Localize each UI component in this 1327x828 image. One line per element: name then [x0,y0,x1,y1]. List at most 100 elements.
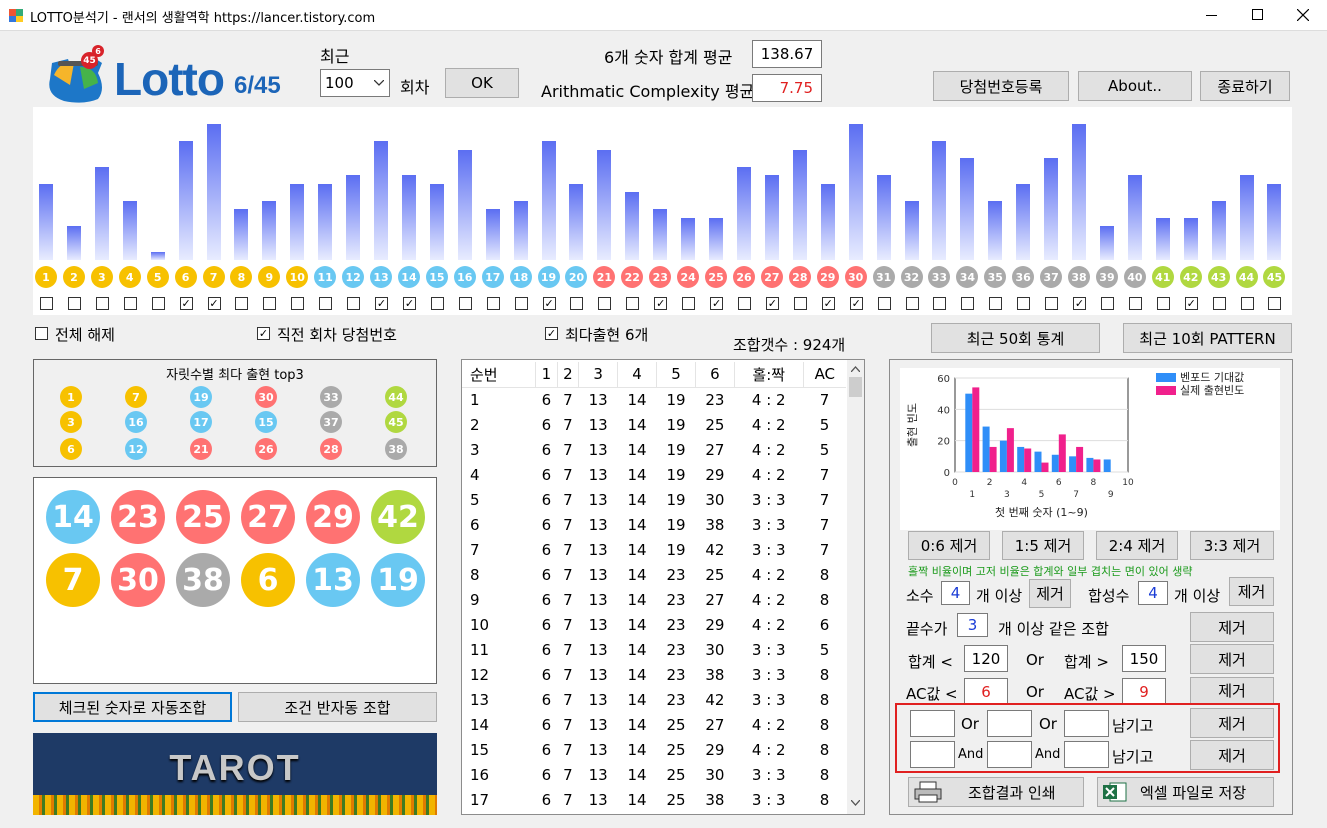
table-row[interactable]: 3 6 7 13 14 19 27 4 : 2 5 [462,437,846,462]
sum-remove-button[interactable]: 제거 [1190,644,1274,674]
about-button[interactable]: About.. [1078,71,1192,101]
number-checkbox-21[interactable] [598,297,612,310]
number-checkbox-17[interactable] [486,297,500,310]
exit-button[interactable]: 종료하기 [1200,71,1290,101]
number-checkbox-25[interactable]: ✓ [710,297,724,310]
number-checkbox-18[interactable] [514,297,528,310]
table-row[interactable]: 4 6 7 13 14 19 29 4 : 27 [462,462,846,487]
prime-input[interactable]: 4 [941,581,970,605]
number-checkbox-7[interactable]: ✓ [207,297,221,310]
ending-input[interactable]: 3 [957,613,988,637]
number-checkbox-27[interactable]: ✓ [765,297,779,310]
number-checkbox-12[interactable] [347,297,361,310]
number-checkbox-9[interactable] [263,297,277,310]
and-remove-button[interactable]: 제거 [1190,740,1274,770]
table-row[interactable]: 11 6 7 13 14 23 30 3 : 3 5 [462,637,846,662]
or-input-1[interactable] [910,710,955,737]
sum-gt-input[interactable]: 150 [1122,645,1166,672]
table-scrollbar[interactable] [847,360,864,814]
stats50-button[interactable]: 최근 50회 통계 [931,323,1100,353]
table-row[interactable]: 2 6 7 13 14 19 25 4 : 2 5 [462,412,846,437]
number-checkbox-32[interactable] [905,297,919,310]
register-button[interactable]: 당첨번호등록 [933,71,1069,101]
table-row[interactable]: 12 6 7 13 14 23 38 3 : 3 8 [462,662,846,687]
or-remove-button[interactable]: 제거 [1190,708,1274,738]
number-checkbox-29[interactable]: ✓ [821,297,835,310]
table-row[interactable]: 14 6 7 13 14 25 27 4 : 2 8 [462,712,846,737]
clear-all-checkbox[interactable] [35,327,48,340]
or-input-3[interactable] [1064,710,1109,737]
maximize-icon[interactable] [1252,9,1263,20]
table-row[interactable]: 9 6 7 13 14 23 27 4 : 2 8 [462,587,846,612]
number-checkbox-38[interactable]: ✓ [1073,297,1087,310]
table-row[interactable]: 6 6 7 13 14 19 38 3 : 37 [462,512,846,537]
number-checkbox-20[interactable] [570,297,584,310]
remove-3-3-button[interactable]: 3:3 제거 [1190,531,1274,560]
remove-0-6-button[interactable]: 0:6 제거 [908,531,990,560]
number-checkbox-23[interactable]: ✓ [654,297,668,310]
and-input-3[interactable] [1064,741,1109,768]
tarot-banner[interactable]: TAROT [33,733,437,815]
number-checkbox-26[interactable] [738,297,751,310]
number-checkbox-43[interactable] [1212,297,1226,310]
minimize-icon[interactable] [1206,15,1217,16]
table-row[interactable]: 16 6 7 13 14 25 30 3 : 3 8 [462,762,846,787]
scroll-down-icon[interactable] [851,800,860,806]
and-input-1[interactable] [910,741,955,768]
ending-remove-button[interactable]: 제거 [1190,612,1274,642]
number-checkbox-10[interactable] [291,297,305,310]
semi-auto-button[interactable]: 조건 반자동 조합 [238,692,437,722]
table-row[interactable]: 13 6 7 13 14 23 42 3 : 3 8 [462,687,846,712]
composite-remove-button[interactable]: 제거 [1229,577,1274,606]
excel-button[interactable]: 엑셀 파일로 저장 [1097,777,1274,807]
number-checkbox-16[interactable] [458,297,472,310]
table-row[interactable]: 1 6 7 13 14 19 23 4 : 27 [462,387,846,412]
number-checkbox-42[interactable]: ✓ [1184,297,1198,310]
number-checkbox-8[interactable] [235,297,249,310]
auto-combo-button[interactable]: 체크된 숫자로 자동조합 [33,692,232,722]
number-checkbox-15[interactable] [430,297,444,310]
number-checkbox-24[interactable] [682,297,696,310]
number-checkbox-44[interactable] [1240,297,1254,310]
number-checkbox-3[interactable] [95,297,109,310]
number-checkbox-41[interactable] [1156,297,1170,310]
number-checkbox-13[interactable]: ✓ [375,297,389,310]
number-checkbox-1[interactable] [40,297,53,310]
table-row[interactable]: 7 6 7 13 14 19 42 3 : 37 [462,537,846,562]
prime-remove-button[interactable]: 제거 [1029,579,1071,608]
number-checkbox-34[interactable] [961,297,975,310]
prev-win-checkbox[interactable]: ✓ [257,327,270,340]
number-checkbox-30[interactable]: ✓ [849,297,863,310]
pattern10-button[interactable]: 최근 10회 PATTERN [1123,323,1292,353]
print-button[interactable]: 조합결과 인쇄 [908,777,1084,807]
number-checkbox-36[interactable] [1017,297,1031,310]
scroll-thumb[interactable] [849,377,862,397]
ac-lt-input[interactable]: 6 [964,678,1008,705]
number-checkbox-31[interactable] [877,297,891,310]
table-row[interactable]: 17 6 7 13 14 25 38 3 : 3 8 [462,787,846,812]
number-checkbox-5[interactable] [151,297,165,310]
number-checkbox-14[interactable]: ✓ [402,297,416,310]
ac-gt-input[interactable]: 9 [1122,678,1166,705]
table-row[interactable]: 8 6 7 13 14 23 25 4 : 2 8 [462,562,846,587]
and-input-2[interactable] [987,741,1032,768]
number-checkbox-40[interactable] [1128,297,1142,310]
recent-select[interactable]: 100 [320,69,390,97]
table-row[interactable]: 15 6 7 13 14 25 29 4 : 2 8 [462,737,846,762]
ok-button[interactable]: OK [445,68,519,98]
number-checkbox-33[interactable] [933,297,947,310]
number-checkbox-6[interactable]: ✓ [179,297,193,310]
number-checkbox-37[interactable] [1045,297,1059,310]
number-checkbox-4[interactable] [123,297,137,310]
number-checkbox-28[interactable] [793,297,807,310]
number-checkbox-45[interactable] [1268,297,1282,310]
number-checkbox-19[interactable]: ✓ [542,297,556,310]
or-input-2[interactable] [987,710,1032,737]
sum-lt-input[interactable]: 120 [964,645,1008,672]
number-checkbox-35[interactable] [989,297,1003,310]
top6-checkbox[interactable]: ✓ [545,327,558,340]
ac-remove-button[interactable]: 제거 [1190,677,1274,704]
close-icon[interactable] [1297,9,1309,21]
table-row[interactable]: 10 6 7 13 14 23 29 4 : 26 [462,612,846,637]
scroll-up-icon[interactable] [851,366,860,372]
